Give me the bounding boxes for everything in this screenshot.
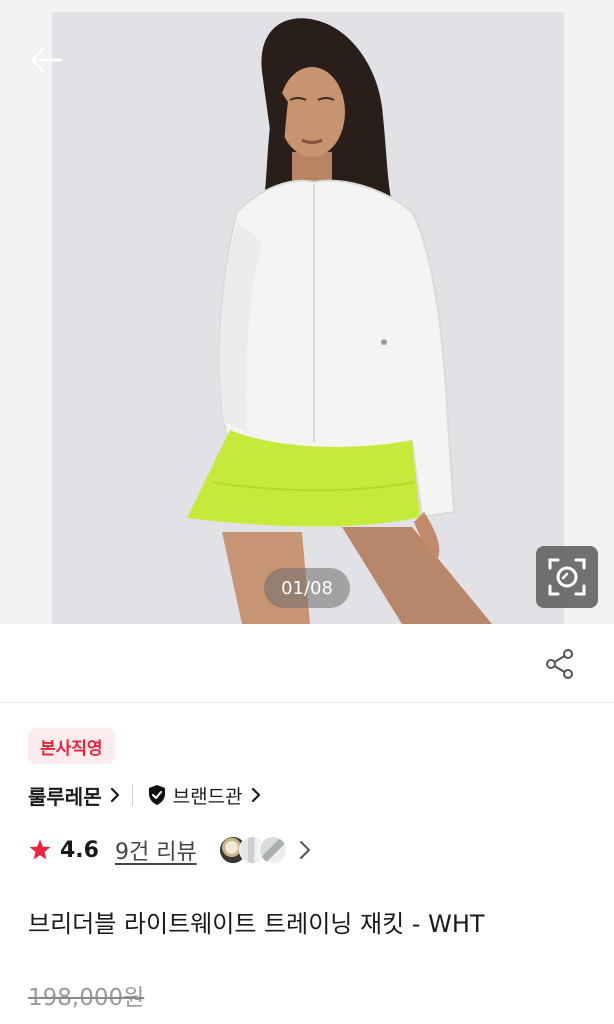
share-icon bbox=[546, 649, 573, 679]
image-search-button[interactable] bbox=[536, 546, 598, 608]
product-photo[interactable] bbox=[52, 12, 564, 624]
original-price: 198,000원 bbox=[28, 985, 145, 1011]
rating-value: 4.6 bbox=[60, 837, 99, 863]
action-row bbox=[0, 624, 614, 703]
chevron-right-icon bbox=[299, 841, 310, 859]
image-search-icon bbox=[548, 558, 586, 596]
product-title: 브리더블 라이트웨이트 트레이닝 재킷 - WHT bbox=[28, 910, 485, 938]
product-image-gallery[interactable]: 01/08 bbox=[0, 0, 614, 624]
star-icon bbox=[29, 839, 51, 860]
share-button[interactable] bbox=[538, 642, 582, 686]
review-count-link[interactable]: 9건 리뷰 bbox=[115, 834, 197, 866]
rating-row: 4.6 9건 리뷰 bbox=[28, 830, 311, 870]
chevron-right-icon bbox=[251, 787, 260, 803]
brand-link[interactable]: 룰루레몬 bbox=[28, 781, 120, 810]
brand-name: 룰루레몬 bbox=[28, 784, 102, 809]
chevron-right-icon bbox=[110, 787, 119, 803]
arrow-left-icon bbox=[30, 47, 63, 73]
image-counter: 01/08 bbox=[264, 568, 350, 608]
review-thumbnail bbox=[258, 836, 287, 864]
verified-shield-icon bbox=[148, 785, 165, 805]
review-photo-thumbnails[interactable] bbox=[218, 836, 311, 864]
brand-hall-label: 브랜드관 bbox=[172, 785, 243, 808]
divider bbox=[131, 784, 133, 806]
brand-row: 룰루레몬 브랜드관 bbox=[28, 778, 261, 812]
back-button[interactable] bbox=[26, 40, 66, 80]
official-store-badge: 본사직영 bbox=[28, 728, 115, 764]
product-photo-illustration bbox=[187, 18, 492, 624]
brand-hall-link[interactable]: 브랜드관 bbox=[147, 782, 261, 809]
